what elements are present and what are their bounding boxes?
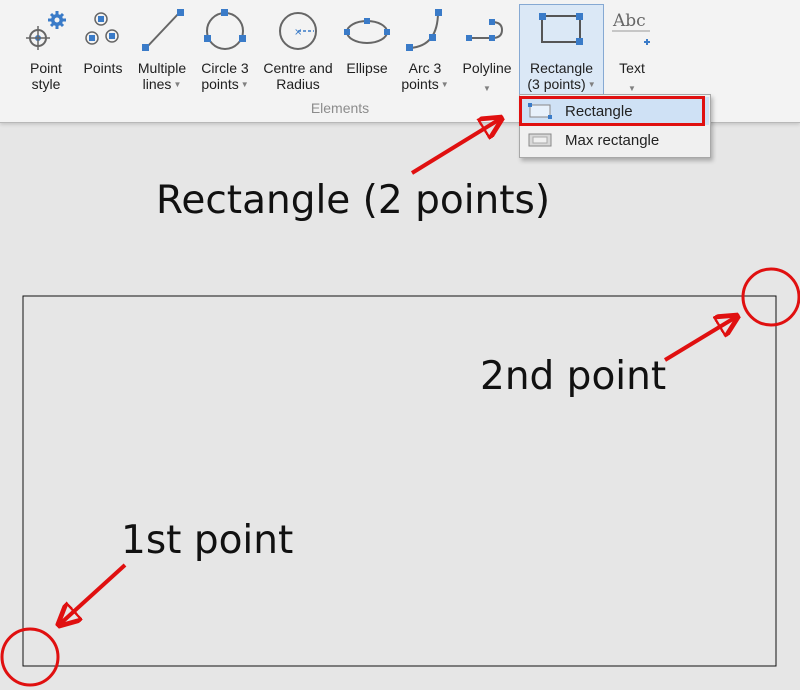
- annotation-second-point: 2nd point: [480, 354, 667, 399]
- arrow-to-first-point: [60, 563, 127, 624]
- annotation-title: Rectangle (2 points): [156, 178, 551, 223]
- drawn-rectangle: [22, 295, 777, 667]
- arrow-to-second-point: [663, 317, 736, 362]
- drawing-canvas: [0, 0, 800, 687]
- annotation-first-point: 1st point: [121, 518, 294, 563]
- first-point-circle: [0, 627, 60, 687]
- second-point-circle: [741, 267, 800, 327]
- arrow-to-rectangle-item: [410, 119, 500, 175]
